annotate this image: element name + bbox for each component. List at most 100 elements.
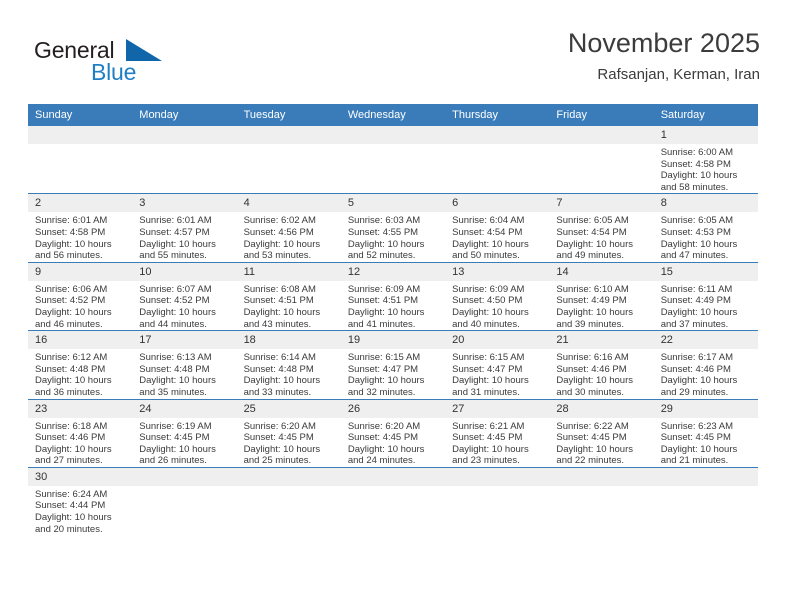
calendar-day-cell[interactable]: 12 Sunrise: 6:09 AM Sunset: 4:51 PM Dayligh… — [340, 261, 446, 331]
calendar-day-cell-empty — [653, 466, 758, 536]
day-number: 30 — [28, 467, 133, 486]
day-info-line: Sunrise: 6:24 AM — [35, 488, 108, 500]
calendar-day-cell[interactable]: 23 Sunrise: 6:18 AM Sunset: 4:46 PM Dayligh… — [28, 398, 133, 468]
day-info-line: and 30 minutes. — [556, 386, 625, 398]
calendar-day-cell[interactable]: 5 Sunrise: 6:03 AM Sunset: 4:55 PM Daylight… — [340, 193, 446, 263]
day-number — [445, 126, 550, 144]
calendar-day-cell[interactable]: 1 Sunrise: 6:00 AM Sunset: 4:58 PM Daylight… — [653, 126, 758, 194]
calendar-day-cell[interactable]: 2 Sunrise: 6:01 AM Sunset: 4:58 PM Daylight… — [28, 193, 133, 263]
day-sun-info: Sunrise: 6:23 AM Sunset: 4:45 PM Daylight:… — [654, 418, 758, 467]
calendar-day-cell-empty — [132, 466, 237, 536]
title-block: November 2025 Rafsanjan, Kerman, Iran — [568, 26, 760, 86]
day-number — [28, 126, 133, 144]
day-info-line: and 27 minutes. — [35, 455, 103, 467]
day-sun-info: Sunrise: 6:18 AM Sunset: 4:46 PM Daylight:… — [28, 418, 132, 467]
day-info-line: and 43 minutes. — [243, 318, 312, 330]
day-info-line: Daylight: 10 hours — [347, 238, 425, 250]
day-number: 3 — [132, 194, 237, 213]
day-info-line: Daylight: 10 hours — [452, 443, 529, 455]
calendar-day-cell[interactable]: 6 Sunrise: 6:04 AM Sunset: 4:54 PM Daylight… — [445, 193, 550, 263]
day-info-line: Sunset: 4:53 PM — [660, 226, 731, 238]
calendar-day-cell[interactable]: 26 Sunrise: 6:20 AM Sunset: 4:45 PM Dayligh… — [340, 398, 446, 468]
day-info-line: Daylight: 10 hours — [452, 238, 529, 250]
day-info-line: Sunrise: 6:14 AM — [243, 352, 316, 364]
day-info-line: Sunrise: 6:03 AM — [347, 215, 421, 227]
calendar-day-cell[interactable]: 4 Sunrise: 6:02 AM Sunset: 4:56 PM Daylight… — [236, 193, 341, 263]
calendar-day-cell[interactable]: 13 Sunrise: 6:09 AM Sunset: 4:50 PM Dayligh… — [445, 261, 550, 331]
day-info-line: and 39 minutes. — [556, 318, 625, 330]
calendar-day-cell[interactable]: 30 Sunrise: 6:24 AM Sunset: 4:44 PM Dayligh… — [28, 466, 133, 536]
calendar-day-cell-empty — [236, 466, 341, 536]
day-info-line: Sunrise: 6:02 AM — [243, 215, 316, 227]
day-info-line: Sunset: 4:45 PM — [452, 432, 523, 444]
day-number: 6 — [445, 194, 550, 213]
calendar-day-cell[interactable]: 22 Sunrise: 6:17 AM Sunset: 4:46 PM Dayligh… — [653, 330, 758, 399]
day-info-line: Daylight: 10 hours — [35, 306, 112, 318]
calendar-day-cell[interactable]: 7 Sunrise: 6:05 AM Sunset: 4:54 PM Daylight… — [549, 193, 654, 263]
day-info-line: Sunset: 4:45 PM — [660, 432, 731, 444]
day-sun-info: Sunrise: 6:24 AM Sunset: 4:44 PM Daylight:… — [28, 486, 132, 535]
day-info-line: and 47 minutes. — [660, 250, 729, 262]
day-info-line: Sunset: 4:45 PM — [347, 432, 419, 444]
day-info-line: Daylight: 10 hours — [660, 170, 738, 182]
day-info-line: and 23 minutes. — [452, 455, 520, 467]
day-sun-info: Sunrise: 6:13 AM Sunset: 4:48 PM Daylight:… — [132, 349, 236, 398]
day-info-line: Daylight: 10 hours — [660, 306, 738, 318]
calendar-day-cell[interactable]: 18 Sunrise: 6:14 AM Sunset: 4:48 PM Dayligh… — [236, 330, 341, 399]
day-sun-info: Sunrise: 6:11 AM Sunset: 4:49 PM Daylight:… — [654, 281, 758, 330]
day-info-line: Daylight: 10 hours — [556, 238, 633, 250]
calendar-day-cell[interactable]: 15 Sunrise: 6:11 AM Sunset: 4:49 PM Dayligh… — [653, 261, 758, 331]
day-info-line: Sunset: 4:57 PM — [139, 226, 210, 238]
general-blue-logo[interactable]: General Blue — [34, 37, 214, 93]
day-info-line: and 37 minutes. — [660, 318, 729, 330]
calendar-day-cell[interactable]: 14 Sunrise: 6:10 AM Sunset: 4:49 PM Dayligh… — [549, 261, 654, 331]
day-info-line: Sunrise: 6:04 AM — [452, 215, 525, 227]
day-info-line: and 26 minutes. — [139, 455, 207, 467]
calendar-day-cell[interactable]: 25 Sunrise: 6:20 AM Sunset: 4:45 PM Dayligh… — [236, 398, 341, 468]
day-info-line: Sunrise: 6:05 AM — [660, 215, 734, 227]
day-info-line: Sunset: 4:58 PM — [35, 226, 106, 238]
day-number: 8 — [653, 194, 758, 213]
calendar-day-cell[interactable]: 8 Sunrise: 6:05 AM Sunset: 4:53 PM Daylight… — [653, 193, 758, 263]
day-sun-info: Sunrise: 6:10 AM Sunset: 4:49 PM Daylight:… — [549, 281, 653, 330]
day-number: 13 — [445, 262, 550, 281]
day-info-line: Sunset: 4:56 PM — [243, 226, 314, 238]
calendar-day-cell[interactable]: 17 Sunrise: 6:13 AM Sunset: 4:48 PM Dayligh… — [132, 330, 237, 399]
calendar-day-cell[interactable]: 11 Sunrise: 6:08 AM Sunset: 4:51 PM Dayligh… — [236, 261, 341, 331]
calendar-day-cell[interactable]: 3 Sunrise: 6:01 AM Sunset: 4:57 PM Daylight… — [132, 193, 237, 263]
day-info-line: Sunrise: 6:22 AM — [556, 420, 629, 432]
day-info-line: Daylight: 10 hours — [347, 306, 425, 318]
calendar-day-cell[interactable]: 29 Sunrise: 6:23 AM Sunset: 4:45 PM Dayligh… — [653, 398, 758, 468]
day-info-line: Sunrise: 6:12 AM — [35, 352, 108, 364]
day-info-line: Sunrise: 6:13 AM — [139, 352, 212, 364]
calendar-day-cell[interactable]: 9 Sunrise: 6:06 AM Sunset: 4:52 PM Daylight… — [28, 261, 133, 331]
day-number: 15 — [653, 262, 758, 281]
calendar-day-cell[interactable]: 24 Sunrise: 6:19 AM Sunset: 4:45 PM Dayligh… — [132, 398, 237, 468]
day-sun-info: Sunrise: 6:15 AM Sunset: 4:47 PM Daylight:… — [445, 349, 549, 398]
day-info-line: Daylight: 10 hours — [139, 443, 216, 455]
day-info-line: Sunrise: 6:09 AM — [347, 283, 421, 295]
calendar-day-cell[interactable]: 28 Sunrise: 6:22 AM Sunset: 4:45 PM Dayligh… — [549, 398, 654, 468]
calendar-day-cell[interactable]: 19 Sunrise: 6:15 AM Sunset: 4:47 PM Dayligh… — [340, 330, 446, 399]
day-info-line: and 46 minutes. — [35, 318, 103, 330]
calendar-week-row: 16 Sunrise: 6:12 AM Sunset: 4:48 PM Dayligh… — [28, 330, 758, 399]
day-info-line: Sunrise: 6:09 AM — [452, 283, 525, 295]
calendar-day-cell[interactable]: 16 Sunrise: 6:12 AM Sunset: 4:48 PM Dayligh… — [28, 330, 133, 399]
day-info-line: Daylight: 10 hours — [243, 443, 321, 455]
day-sun-info: Sunrise: 6:21 AM Sunset: 4:45 PM Daylight:… — [445, 418, 549, 467]
day-info-line: Sunset: 4:48 PM — [35, 363, 106, 375]
day-sun-info: Sunrise: 6:01 AM Sunset: 4:58 PM Daylight:… — [28, 212, 132, 261]
day-info-line: Sunset: 4:49 PM — [660, 295, 731, 307]
calendar-day-cell[interactable]: 27 Sunrise: 6:21 AM Sunset: 4:45 PM Dayligh… — [445, 398, 550, 468]
day-info-line: Sunrise: 6:11 AM — [660, 283, 733, 295]
calendar-day-cell[interactable]: 10 Sunrise: 6:07 AM Sunset: 4:52 PM Dayligh… — [132, 261, 237, 331]
day-info-line: Sunrise: 6:21 AM — [452, 420, 525, 432]
day-sun-info — [237, 144, 341, 147]
calendar-day-cell[interactable]: 21 Sunrise: 6:16 AM Sunset: 4:46 PM Dayligh… — [549, 330, 654, 399]
page-header: General Blue November 2025 Rafsanjan, Ke… — [28, 26, 760, 98]
day-number: 22 — [653, 331, 758, 350]
calendar-day-cell-empty — [132, 126, 237, 194]
day-number — [445, 467, 550, 486]
calendar-day-cell[interactable]: 20 Sunrise: 6:15 AM Sunset: 4:47 PM Dayligh… — [445, 330, 550, 399]
day-number: 28 — [549, 399, 654, 418]
